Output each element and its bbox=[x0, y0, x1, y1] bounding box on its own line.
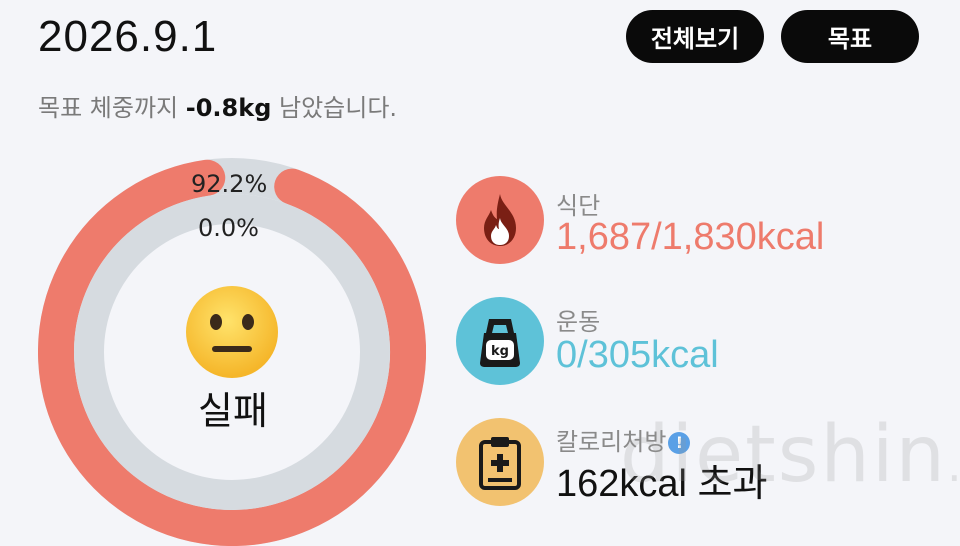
subtitle-suffix: 남았습니다. bbox=[271, 94, 398, 122]
exercise-label: 운동 bbox=[556, 308, 601, 336]
clipboard-icon bbox=[479, 437, 521, 490]
goal-weight-remaining: 목표 체중까지 -0.8kg 남았습니다. bbox=[38, 88, 397, 123]
status-label: 실패 bbox=[198, 389, 268, 433]
watermark-text: dietshin bbox=[620, 410, 947, 500]
watermark-suffix: .com bbox=[947, 438, 960, 492]
exercise-value: 0/305kcal bbox=[556, 334, 719, 376]
svg-text:kg: kg bbox=[491, 344, 509, 359]
goal-button[interactable]: 목표 bbox=[781, 10, 919, 63]
fire-icon bbox=[484, 194, 516, 246]
date-title: 2026.9.1 bbox=[38, 12, 218, 61]
inner-percent-label: 0.0% bbox=[198, 214, 259, 242]
subtitle-prefix: 목표 체중까지 bbox=[38, 94, 186, 122]
watermark: dietshin.com bbox=[620, 410, 960, 500]
neutral-face-icon bbox=[186, 286, 278, 378]
diet-icon-badge bbox=[456, 176, 544, 264]
exercise-icon-badge: kg bbox=[456, 297, 544, 385]
remaining-weight-value: -0.8kg bbox=[185, 94, 272, 122]
outer-percent-label: 92.2% bbox=[191, 170, 268, 198]
prescription-icon-badge bbox=[456, 418, 544, 506]
kettlebell-icon: kg bbox=[480, 319, 520, 367]
view-all-button[interactable]: 전체보기 bbox=[626, 10, 764, 63]
diet-value: 1,687/1,830kcal bbox=[556, 216, 825, 258]
